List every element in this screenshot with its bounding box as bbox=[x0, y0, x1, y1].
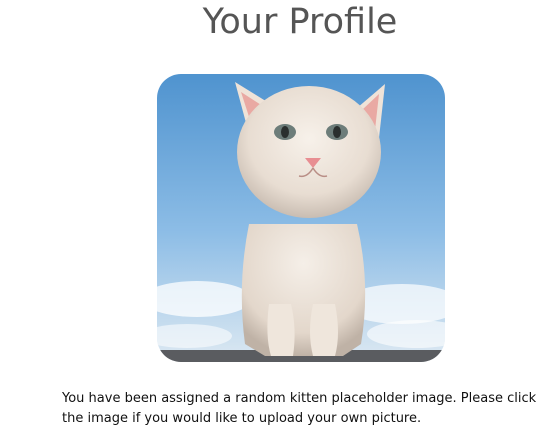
placeholder-info-text: You have been assigned a random kitten p… bbox=[62, 391, 537, 426]
profile-picture[interactable] bbox=[157, 74, 445, 362]
page-title: Your Profile bbox=[202, 2, 398, 42]
kitten-photo-icon bbox=[157, 74, 445, 362]
